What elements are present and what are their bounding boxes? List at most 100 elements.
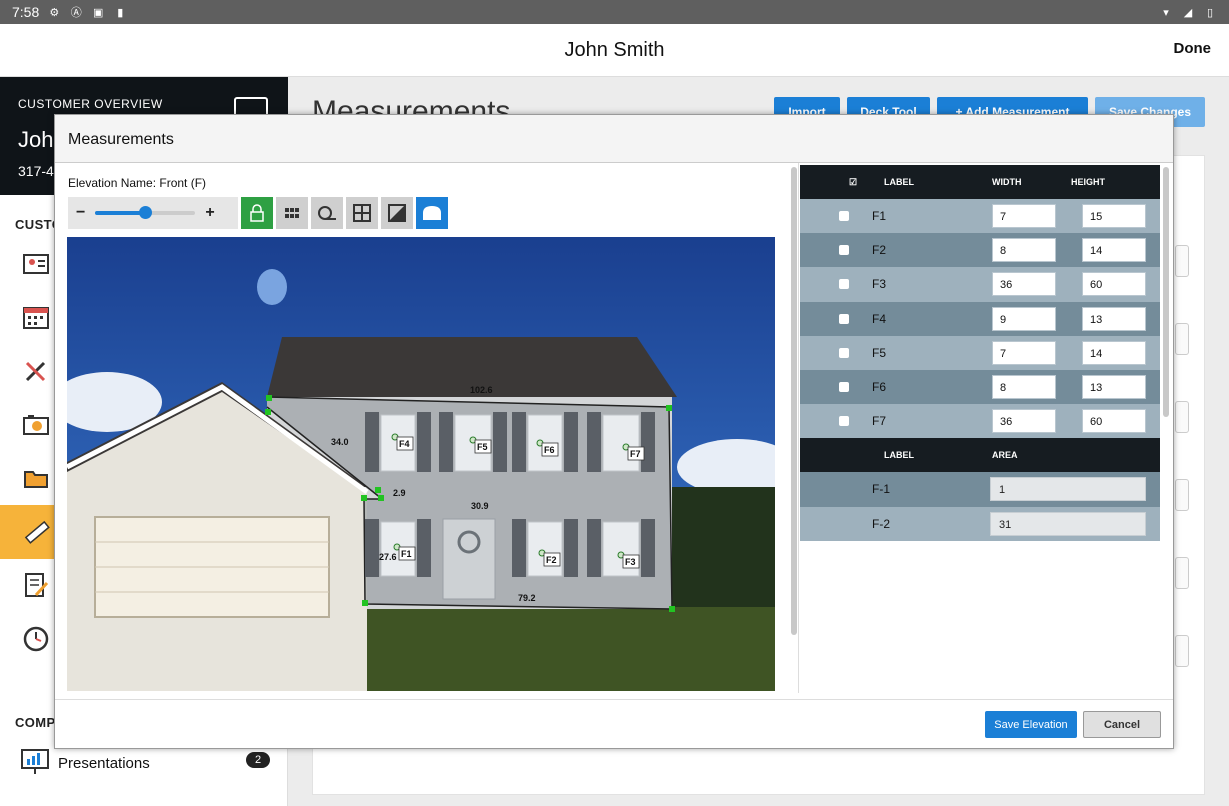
elevation-photo[interactable]: F1 F2 F3 F4 F5 F6 F7 102.6 34.0 2.9 30.9 27.6 79.2 [67, 237, 775, 691]
table-row: F2 8 14 [800, 233, 1160, 268]
dimension-label: 79.2 [518, 593, 536, 603]
document-edit-icon[interactable] [20, 569, 52, 601]
window-marker[interactable]: F3 [617, 551, 640, 569]
window-marker[interactable]: F6 [536, 439, 559, 457]
height-input[interactable]: 14 [1082, 238, 1146, 263]
modal-header: Measurements [55, 115, 1173, 163]
shape-icon[interactable] [416, 197, 448, 229]
zoom-out-button[interactable]: − [76, 204, 85, 222]
app-a-box-icon: ▣ [93, 6, 104, 19]
shade-area-icon[interactable] [381, 197, 413, 229]
window-marker-label: F3 [625, 557, 636, 567]
window-frame-icon[interactable] [346, 197, 378, 229]
width-input[interactable]: 9 [992, 306, 1056, 331]
panel-control [1175, 323, 1189, 355]
camera-icon[interactable] [20, 408, 52, 440]
row-checkbox[interactable] [839, 313, 849, 324]
row-label: F4 [872, 311, 887, 326]
app-title: John Smith [564, 38, 665, 61]
area-input[interactable]: 1 [990, 477, 1146, 502]
row-label: F6 [872, 379, 887, 394]
row-checkbox[interactable] [839, 245, 849, 256]
signal-icon: ◢ [1183, 6, 1193, 19]
presentations-label: Presentations [58, 755, 150, 772]
select-all-checkbox-icon[interactable]: ☑ [849, 177, 857, 188]
clock-icon[interactable] [20, 623, 52, 655]
height-input[interactable]: 13 [1082, 374, 1146, 399]
row-checkbox[interactable] [839, 381, 849, 392]
ruler-icon[interactable] [20, 516, 52, 548]
header-label: LABEL [884, 177, 914, 187]
window-marker[interactable]: F7 [622, 443, 645, 461]
area-header-area: AREA [992, 450, 1018, 461]
customer-phone: 317-4 [18, 163, 54, 179]
width-input[interactable]: 8 [992, 374, 1056, 399]
status-bar: 7:58 ⚙ Ⓐ ▣ ▮ ▾ ◢ ▯ [0, 0, 1229, 24]
table-scrollbar[interactable] [1163, 167, 1169, 417]
row-checkbox[interactable] [839, 347, 849, 358]
elevation-name: Elevation Name: Front (F) [68, 176, 207, 190]
height-input[interactable]: 14 [1082, 340, 1146, 365]
calendar-icon[interactable] [20, 301, 52, 333]
row-label: F3 [872, 277, 887, 292]
table-header: ☑ LABEL WIDTH HEIGHT [800, 165, 1160, 199]
width-input[interactable]: 36 [992, 409, 1056, 434]
modal-title: Measurements [68, 131, 174, 148]
row-label: F5 [872, 345, 887, 360]
width-input[interactable]: 7 [992, 204, 1056, 228]
lock-icon[interactable] [241, 197, 273, 229]
height-input[interactable]: 60 [1082, 409, 1146, 434]
window-marker[interactable]: F2 [538, 549, 561, 567]
row-checkbox[interactable] [839, 416, 849, 427]
header-height: HEIGHT [1071, 177, 1106, 187]
sd-card-icon: ▮ [117, 6, 124, 19]
area-label: F-1 [872, 482, 890, 497]
customer-name: Joh [18, 127, 54, 152]
height-input[interactable]: 60 [1082, 272, 1146, 297]
row-checkbox[interactable] [839, 211, 849, 221]
window-marker[interactable]: F5 [469, 436, 492, 454]
folder-icon[interactable] [20, 462, 52, 494]
contact-card-icon[interactable] [20, 248, 52, 280]
row-checkbox[interactable] [839, 279, 849, 290]
dimension-label: 2.9 [393, 488, 406, 498]
sidebar-item-presentations[interactable]: Presentations [20, 747, 150, 780]
tape-measure-icon[interactable] [311, 197, 343, 229]
window-marker-label: F2 [546, 555, 557, 565]
table-row: F4 9 13 [800, 301, 1160, 336]
zoom-slider[interactable] [95, 206, 196, 219]
presentations-count-badge: 2 [246, 752, 270, 768]
width-input[interactable]: 8 [992, 238, 1056, 263]
photo-scrollbar[interactable] [791, 167, 797, 635]
customer-overview-label: CUSTOMER OVERVIEW [18, 97, 163, 111]
modal-footer-divider [55, 699, 1173, 700]
presentation-icon [20, 747, 50, 780]
header-width: WIDTH [992, 177, 1022, 187]
cancel-button[interactable]: Cancel [1083, 711, 1161, 738]
area-table-header: LABEL AREA [800, 438, 1160, 473]
table-row: F3 36 60 [800, 267, 1160, 302]
area-header-label: LABEL [884, 450, 914, 461]
app-a-icon: Ⓐ [70, 7, 82, 19]
height-input[interactable]: 13 [1082, 306, 1146, 331]
panel-control [1175, 479, 1189, 511]
dimension-label: 30.9 [471, 501, 489, 511]
save-elevation-button[interactable]: Save Elevation [985, 711, 1077, 738]
table-row: F5 7 14 [800, 335, 1160, 370]
tools-icon[interactable] [20, 355, 52, 387]
width-input[interactable]: 36 [992, 272, 1056, 297]
window-marker[interactable]: F4 [391, 433, 414, 451]
dimension-label: 34.0 [331, 437, 349, 447]
panel-divider [798, 163, 799, 693]
zoom-in-button[interactable]: + [205, 204, 214, 222]
window-marker-label: F6 [544, 445, 555, 455]
area-label: F-2 [872, 516, 890, 531]
height-input[interactable]: 15 [1082, 204, 1146, 228]
area-input[interactable]: 31 [990, 511, 1146, 536]
done-button[interactable]: Done [1174, 40, 1212, 57]
grid-dots-icon[interactable] [276, 197, 308, 229]
window-marker[interactable]: F1 [393, 543, 416, 561]
panel-control [1175, 635, 1189, 667]
panel-control [1175, 557, 1189, 589]
width-input[interactable]: 7 [992, 340, 1056, 365]
